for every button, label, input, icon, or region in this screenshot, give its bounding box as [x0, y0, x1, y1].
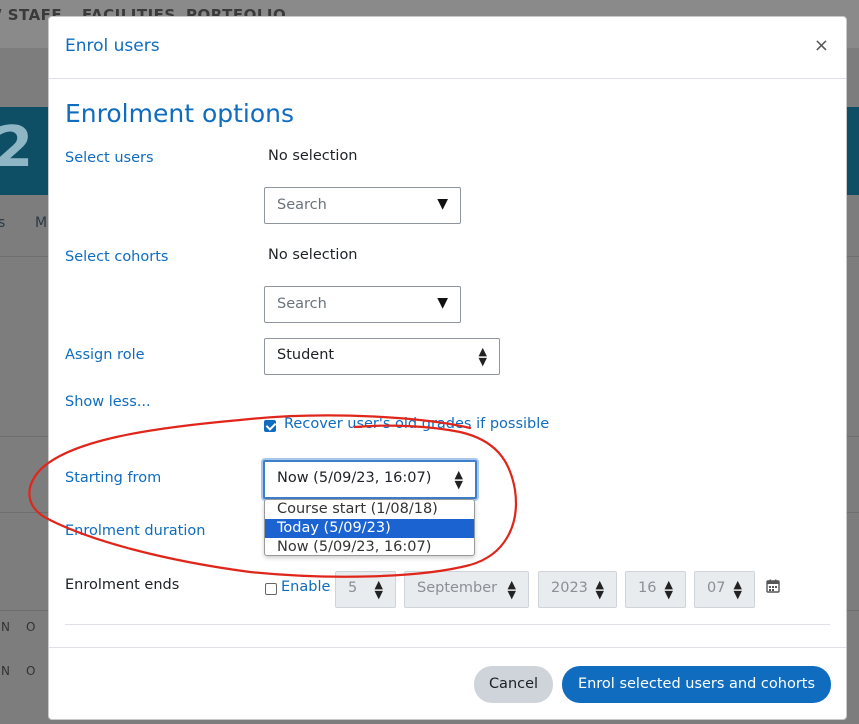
select-arrows-icon: ▲ ▼ [733, 578, 742, 601]
modal-footer: Cancel Enrol selected users and cohorts [49, 647, 846, 721]
background-cell: O [26, 620, 36, 634]
starting-from-label: Starting from [65, 470, 162, 486]
modal-title: Enrol users [65, 36, 160, 56]
assign-role-select[interactable]: Student ▲ ▼ [264, 338, 500, 375]
end-day-value: 5 [348, 580, 358, 596]
end-minute-select[interactable]: 07 ▲ ▼ [694, 571, 755, 608]
select-arrows-icon: ▲ ▼ [478, 345, 487, 368]
end-hour-select[interactable]: 16 ▲ ▼ [625, 571, 686, 608]
background-tab: M [35, 215, 48, 231]
select-users-selection: No selection [268, 148, 358, 164]
search-placeholder: Search [277, 296, 327, 312]
enrol-users-modal: Enrol users × Enrolment options Select u… [48, 16, 847, 720]
recover-grades-label[interactable]: Recover user's old grades if possible [284, 416, 549, 432]
select-users-search[interactable]: Search ▼ [264, 187, 461, 224]
cancel-button[interactable]: Cancel [474, 666, 553, 703]
form-divider [65, 624, 830, 625]
select-cohorts-label: Select cohorts [65, 249, 169, 265]
end-year-select[interactable]: 2023 ▲ ▼ [538, 571, 617, 608]
select-arrows-icon: ▲ ▼ [374, 578, 383, 601]
end-year-value: 2023 [551, 580, 588, 596]
assign-role-value: Student [277, 347, 335, 363]
select-cohorts-selection: No selection [268, 247, 358, 263]
select-arrows-icon: ▲ ▼ [454, 468, 463, 491]
close-button[interactable]: × [814, 35, 829, 56]
background-cell: O [26, 664, 36, 678]
calendar-icon[interactable] [766, 579, 780, 593]
starting-from-select[interactable]: Now (5/09/23, 16:07) ▲ ▼ [263, 460, 477, 499]
section-title: Enrolment options [65, 99, 295, 128]
modal-body: Enrolment options Select users No select… [49, 79, 846, 647]
select-arrows-icon: ▲ ▼ [664, 578, 673, 601]
enrol-selected-button[interactable]: Enrol selected users and cohorts [562, 666, 831, 703]
dropdown-option-highlighted[interactable]: Today (5/09/23) [265, 519, 474, 538]
select-arrows-icon: ▲ ▼ [595, 578, 604, 601]
assign-role-label: Assign role [65, 347, 145, 363]
end-hour-value: 16 [638, 580, 657, 596]
enrolment-ends-label: Enrolment ends [65, 577, 180, 593]
select-cohorts-search[interactable]: Search ▼ [264, 286, 461, 323]
select-arrows-icon: ▲ ▼ [507, 578, 516, 601]
dropdown-arrow-icon[interactable]: ▼ [437, 295, 448, 311]
starting-from-value: Now (5/09/23, 16:07) [277, 470, 432, 486]
search-placeholder: Search [277, 197, 327, 213]
enable-end-date-checkbox[interactable] [265, 583, 277, 595]
show-less-link[interactable]: Show less... [65, 394, 151, 410]
background-tab: s [0, 215, 6, 231]
enable-end-date-label[interactable]: Enable [281, 579, 330, 595]
dropdown-arrow-icon[interactable]: ▼ [437, 196, 448, 212]
end-month-value: September [417, 580, 498, 596]
enrolment-duration-label: Enrolment duration [65, 523, 206, 539]
select-users-label: Select users [65, 150, 154, 166]
dropdown-option[interactable]: Now (5/09/23, 16:07) [265, 538, 474, 555]
end-minute-value: 07 [707, 580, 726, 596]
recover-grades-checkbox[interactable] [264, 420, 276, 432]
end-day-select[interactable]: 5 ▲ ▼ [335, 571, 396, 608]
starting-from-dropdown: Course start (1/08/18) Today (5/09/23) N… [264, 499, 475, 556]
background-cell: N [1, 620, 10, 634]
end-month-select[interactable]: September ▲ ▼ [404, 571, 529, 608]
dropdown-option[interactable]: Course start (1/08/18) [265, 500, 474, 519]
background-cell: N [1, 664, 10, 678]
modal-header: Enrol users × [49, 17, 846, 79]
